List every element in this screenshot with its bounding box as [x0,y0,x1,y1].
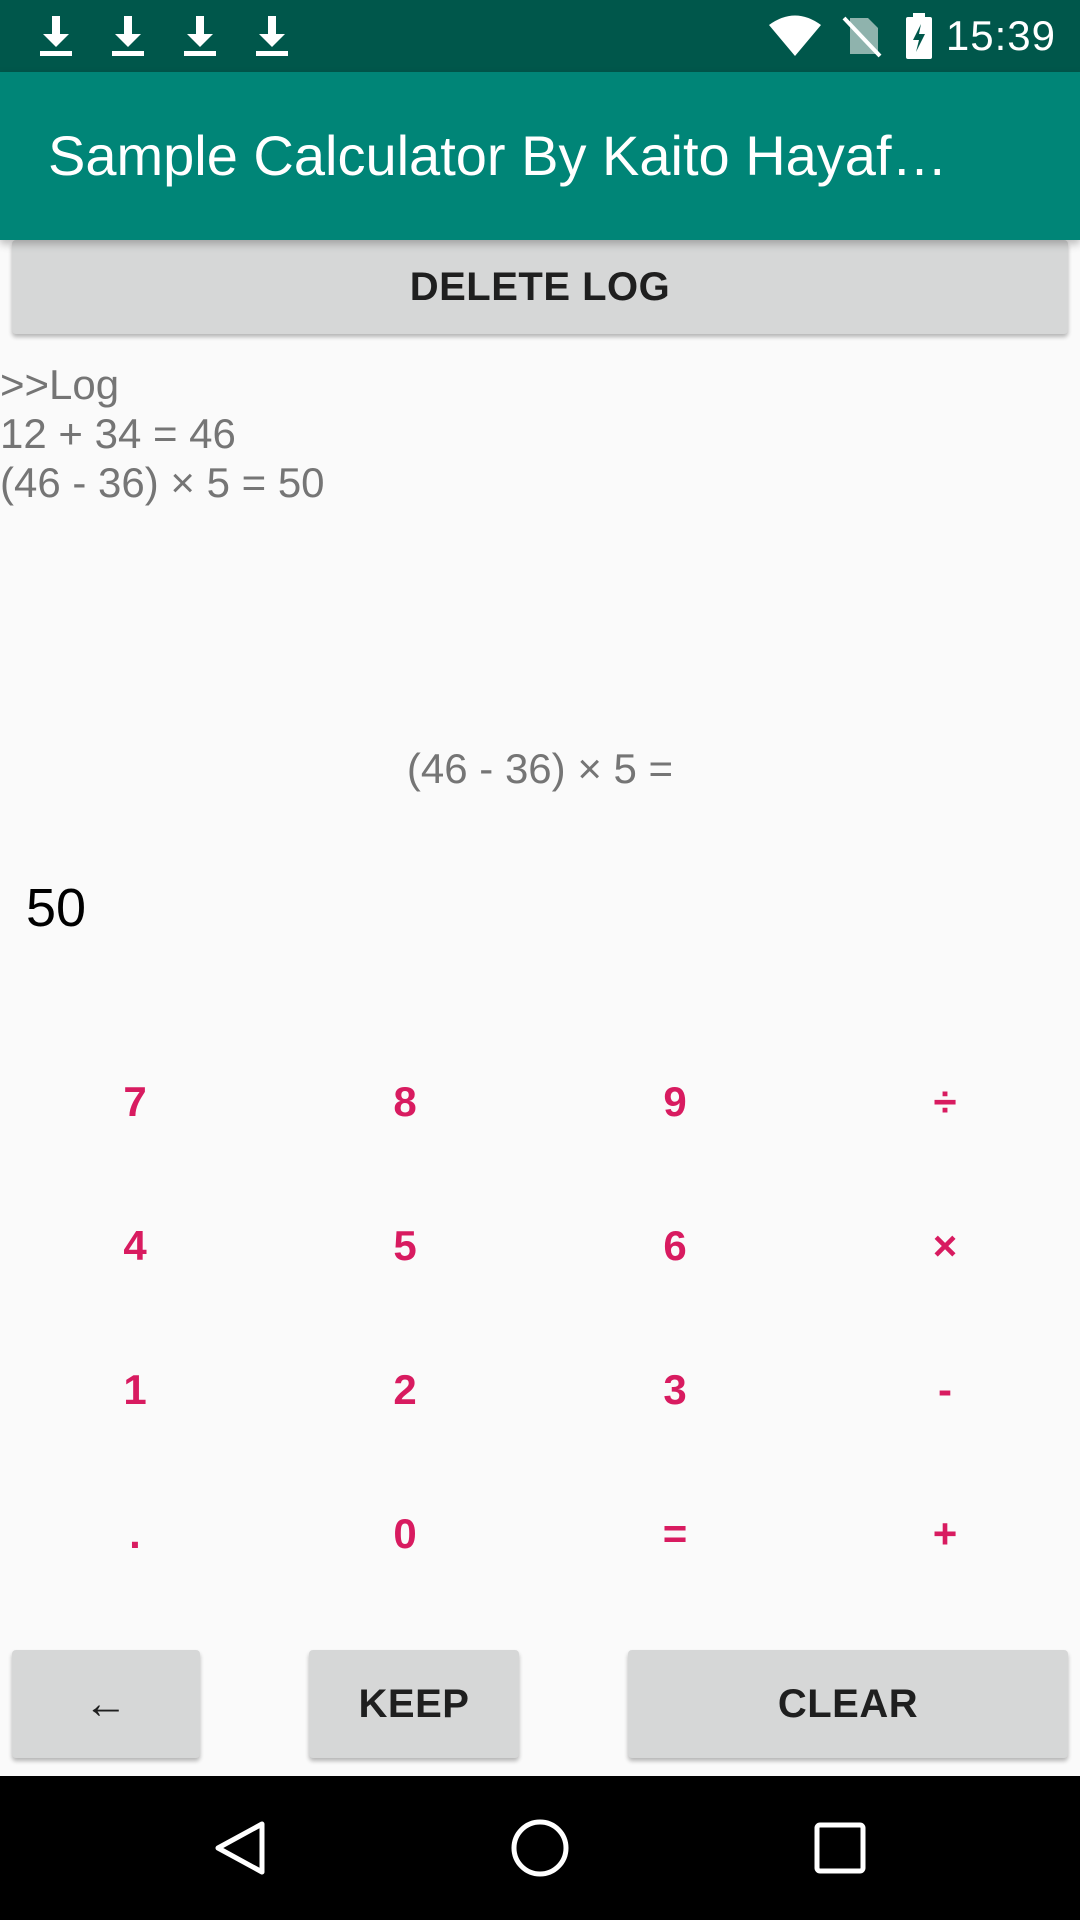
keypad-row: 1 2 3 - [0,1318,1080,1462]
download-icon [40,16,72,56]
keypad-row: 7 8 9 ÷ [0,1030,1080,1174]
key-6[interactable]: 6 [540,1174,810,1318]
nav-recents-button[interactable] [768,1776,912,1920]
log-panel: >>Log 12 + 34 = 46 (46 - 36) × 5 = 50 [0,360,325,507]
download-icon [112,16,144,56]
nav-home-button[interactable] [468,1776,612,1920]
status-icons: 15:39 [768,0,1056,72]
battery-charging-icon [905,13,932,59]
expression-display: (46 - 36) × 5 = [406,745,674,792]
key-9[interactable]: 9 [540,1030,810,1174]
key-subtract[interactable]: - [810,1318,1080,1462]
no-sim-icon [842,16,882,58]
navigation-bar [0,1776,1080,1920]
clear-button[interactable]: CLEAR [628,1650,1068,1758]
log-entry: 12 + 34 = 46 [0,410,236,457]
clock: 15:39 [945,12,1056,59]
download-icon [184,16,216,56]
key-0[interactable]: 0 [270,1462,540,1606]
home-icon [511,1819,569,1877]
key-equals[interactable]: = [540,1462,810,1606]
log-entry: (46 - 36) × 5 = 50 [0,459,325,506]
keep-button[interactable]: KEEP [309,1650,519,1758]
key-7[interactable]: 7 [0,1030,270,1174]
backspace-button[interactable]: ← [12,1650,200,1758]
status-bar: 15:39 [0,0,1080,72]
wifi-icon [768,15,821,56]
keypad-row: . 0 = + [0,1462,1080,1606]
keypad-row: 4 5 6 × [0,1174,1080,1318]
key-5[interactable]: 5 [270,1174,540,1318]
key-decimal[interactable]: . [0,1462,270,1606]
result-display: 50 [26,878,87,938]
key-add[interactable]: + [810,1462,1080,1606]
key-2[interactable]: 2 [270,1318,540,1462]
log-header: >>Log [0,361,120,408]
key-8[interactable]: 8 [270,1030,540,1174]
download-icon [256,16,288,56]
key-1[interactable]: 1 [0,1318,270,1462]
key-multiply[interactable]: × [810,1174,1080,1318]
key-4[interactable]: 4 [0,1174,270,1318]
app-bar: Sample Calculator By Kaito Hayaf… [0,72,1080,240]
key-3[interactable]: 3 [540,1318,810,1462]
nav-back-button[interactable] [168,1776,312,1920]
keypad: 7 8 9 ÷ 4 5 6 × 1 2 3 - . 0 = + [0,1030,1080,1606]
delete-log-button[interactable]: DELETE LOG [12,240,1068,334]
recents-icon [814,1822,866,1874]
key-divide[interactable]: ÷ [810,1030,1080,1174]
app-title: Sample Calculator By Kaito Hayaf… [48,124,948,187]
back-icon [215,1821,265,1875]
